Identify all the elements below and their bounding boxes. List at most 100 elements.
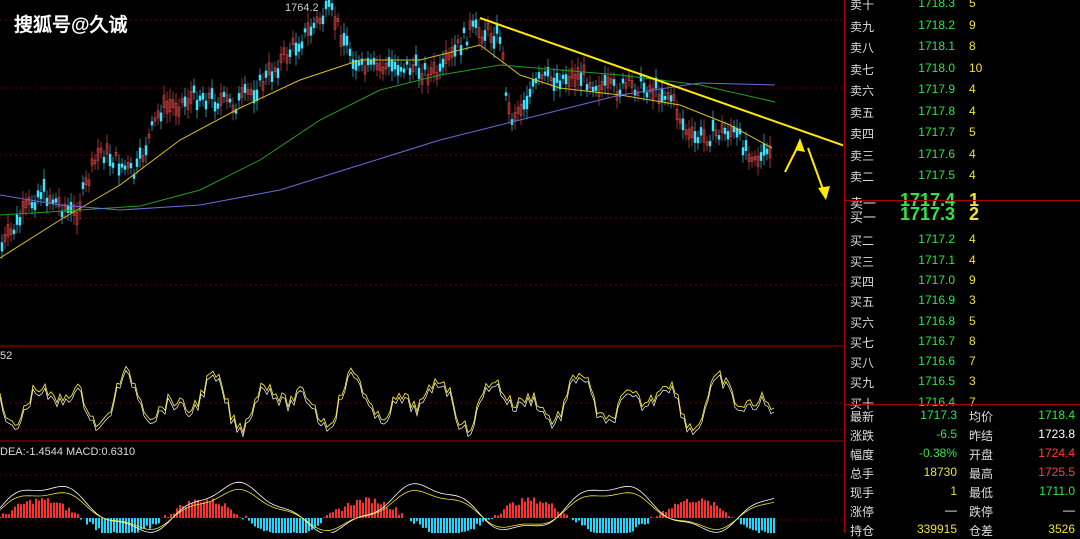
bid-row[interactable]: 买八 1716.6 7 (845, 351, 1080, 372)
chart-grid (0, 19, 843, 521)
peak-price-label: 1764.2 (285, 2, 319, 14)
bid-label: 买八 (850, 356, 875, 371)
quote-label: 持仓 (850, 524, 875, 538)
candle-body (579, 72, 583, 86)
candle-body (321, 15, 325, 25)
quote-label: 涨停 (850, 505, 875, 519)
quote-row: 涨停 — 跌停 — (845, 501, 1080, 520)
bid-label: 买九 (850, 376, 875, 391)
candle-body (423, 63, 427, 70)
ask-row[interactable]: 卖五 1717.8 4 (845, 101, 1080, 122)
candle-body (387, 57, 391, 67)
candle-body (555, 72, 559, 83)
ask-row[interactable]: 卖七 1718.0 10 (845, 58, 1080, 79)
bid-price: 1717.2 (918, 232, 955, 247)
candle-body (264, 70, 268, 78)
ask-row[interactable]: 卖三 1717.6 4 (845, 144, 1080, 165)
quote-row: 总手 18730 最高 1725.5 (845, 463, 1080, 482)
candle-body (342, 32, 346, 46)
candle-body (711, 119, 715, 132)
bid-row[interactable]: 买七 1716.7 8 (845, 331, 1080, 352)
bid-price: 1716.8 (918, 313, 955, 328)
candle-body (399, 67, 403, 72)
candle-body (102, 156, 106, 164)
bid-row[interactable]: 买一 1717.3 2 (845, 203, 1080, 225)
order-book-divider (845, 200, 1080, 201)
candle-body (357, 61, 361, 66)
bid-row[interactable]: 买九 1716.5 3 (845, 371, 1080, 392)
quote-label: 开盘 (969, 448, 994, 462)
candle-body (498, 36, 502, 44)
quote-value: 1717.3 (920, 408, 957, 422)
ask-row[interactable]: 卖六 1717.9 4 (845, 79, 1080, 100)
bid-row[interactable]: 买六 1716.8 5 (845, 311, 1080, 332)
candle-body (159, 112, 163, 122)
ask-row[interactable]: 卖八 1718.1 8 (845, 36, 1080, 57)
bid-row[interactable]: 买三 1717.1 4 (845, 250, 1080, 271)
kline-chart-area[interactable]: 搜狐号@久诚 1764.2 52 DEA:-1.4544 MACD:0.6310 (0, 0, 843, 533)
ask-row[interactable]: 卖二 1717.5 4 (845, 165, 1080, 186)
ask-label: 卖七 (850, 62, 875, 77)
candle-body (537, 72, 541, 79)
candle-body (330, 3, 334, 10)
quote-value: 339915 (916, 522, 957, 536)
candle-body (723, 127, 727, 135)
quote-value: 1718.4 (1038, 408, 1075, 422)
ask-row[interactable]: 卖十 1718.3 5 (845, 0, 1080, 14)
bid-row[interactable]: 买二 1717.2 4 (845, 229, 1080, 250)
candle-body (390, 59, 394, 72)
quote-divider (845, 404, 1080, 405)
bid-volume: 3 (969, 374, 976, 389)
ask-row[interactable]: 卖九 1718.2 9 (845, 15, 1080, 36)
ask-price: 1717.7 (918, 125, 955, 139)
ask-label: 卖六 (850, 84, 875, 98)
candle-body (216, 103, 220, 109)
trend-arrow-up-head (795, 138, 805, 152)
trend-annotations (479, 17, 843, 200)
bid-volume: 4 (969, 252, 976, 267)
quote-value: -6.5 (936, 427, 957, 441)
candle-body (222, 91, 226, 97)
candle-body (603, 74, 607, 86)
quote-label: 均价 (969, 410, 994, 424)
oscillator-label: 52 (0, 350, 13, 362)
candle-body (462, 27, 466, 33)
bid-row[interactable]: 买四 1717.0 9 (845, 270, 1080, 291)
bid-price: 1716.7 (918, 333, 955, 348)
quote-row: 幅度 -0.38% 开盘 1724.4 (845, 444, 1080, 463)
candle-body (33, 202, 37, 211)
quote-label: 最高 (969, 467, 994, 481)
bid-volume: 5 (969, 313, 976, 328)
candle-body (312, 22, 316, 28)
candle-body (693, 131, 697, 143)
bid-label: 买七 (850, 335, 875, 350)
candle-body (108, 153, 112, 167)
candle-body (15, 214, 19, 225)
candle-body (0, 242, 4, 252)
candle-body (474, 19, 478, 28)
ask-price: 1717.9 (918, 82, 955, 96)
ask-row[interactable]: 卖四 1717.7 5 (845, 122, 1080, 143)
candle-body (528, 88, 532, 97)
quote-value: 1725.5 (1038, 465, 1075, 479)
candle-body (183, 96, 187, 107)
ask-label: 卖五 (850, 105, 875, 120)
watermark: 搜狐号@久诚 (14, 15, 128, 36)
candle-body (123, 165, 127, 170)
bid-price: 1716.9 (918, 293, 955, 308)
candle-body (561, 74, 565, 79)
quote-label: 仓差 (969, 524, 994, 538)
candle-body (213, 101, 217, 112)
ask-label: 卖八 (850, 41, 875, 55)
ask-label: 卖三 (850, 148, 875, 163)
candle-body (144, 145, 148, 156)
ask-price: 1717.6 (918, 146, 955, 161)
macd-label: DEA:-1.4544 MACD:0.6310 (0, 446, 136, 458)
candle-body (594, 85, 598, 91)
candle-body (726, 131, 730, 140)
bid-row[interactable]: 买五 1716.9 3 (845, 290, 1080, 311)
bid-price: 1716.5 (918, 374, 955, 389)
ask-volume: 4 (969, 146, 976, 161)
oscillator-line-2 (0, 369, 775, 438)
candle-body (297, 43, 301, 52)
